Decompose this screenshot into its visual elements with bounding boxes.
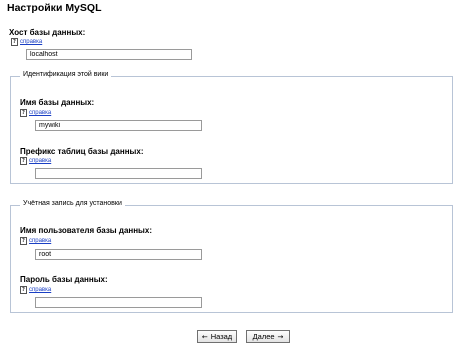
- db-password-help-link[interactable]: справка: [29, 287, 51, 293]
- table-prefix-help: ? справка: [20, 157, 51, 165]
- db-password-help: ? справка: [20, 286, 51, 294]
- back-button[interactable]: ← Назад: [197, 330, 237, 343]
- next-button-label: Далее: [252, 332, 275, 341]
- db-user-help-link[interactable]: справка: [29, 238, 51, 244]
- db-host-help-link[interactable]: справка: [20, 39, 42, 45]
- table-prefix-help-link[interactable]: справка: [29, 158, 51, 164]
- db-password-label: Пароль базы данных:: [20, 275, 108, 284]
- db-host-input[interactable]: [26, 49, 192, 60]
- install-account-legend: Учётная запись для установки: [20, 200, 125, 207]
- db-name-help: ? справка: [20, 109, 51, 117]
- arrow-left-icon: ←: [201, 332, 208, 341]
- db-name-label: Имя базы данных:: [20, 98, 95, 107]
- help-icon: ?: [20, 286, 27, 294]
- db-host-label: Хост базы данных:: [9, 28, 86, 37]
- db-name-help-link[interactable]: справка: [29, 110, 51, 116]
- page-title: Настройки MySQL: [7, 2, 102, 14]
- arrow-right-icon: →: [277, 332, 284, 341]
- db-password-input[interactable]: [35, 297, 202, 308]
- help-icon: ?: [20, 237, 27, 245]
- db-host-help: ? справка: [11, 38, 42, 46]
- table-prefix-label: Префикс таблиц базы данных:: [20, 147, 144, 156]
- help-icon: ?: [20, 109, 27, 117]
- help-icon: ?: [11, 38, 18, 46]
- db-name-input[interactable]: [35, 120, 202, 131]
- wiki-identification-legend: Идентификация этой вики: [20, 71, 112, 78]
- next-button[interactable]: Далее →: [246, 330, 290, 343]
- db-user-label: Имя пользователя базы данных:: [20, 226, 152, 235]
- db-user-help: ? справка: [20, 237, 51, 245]
- back-button-label: Назад: [210, 332, 233, 341]
- db-user-input[interactable]: [35, 249, 202, 260]
- table-prefix-input[interactable]: [35, 168, 202, 179]
- help-icon: ?: [20, 157, 27, 165]
